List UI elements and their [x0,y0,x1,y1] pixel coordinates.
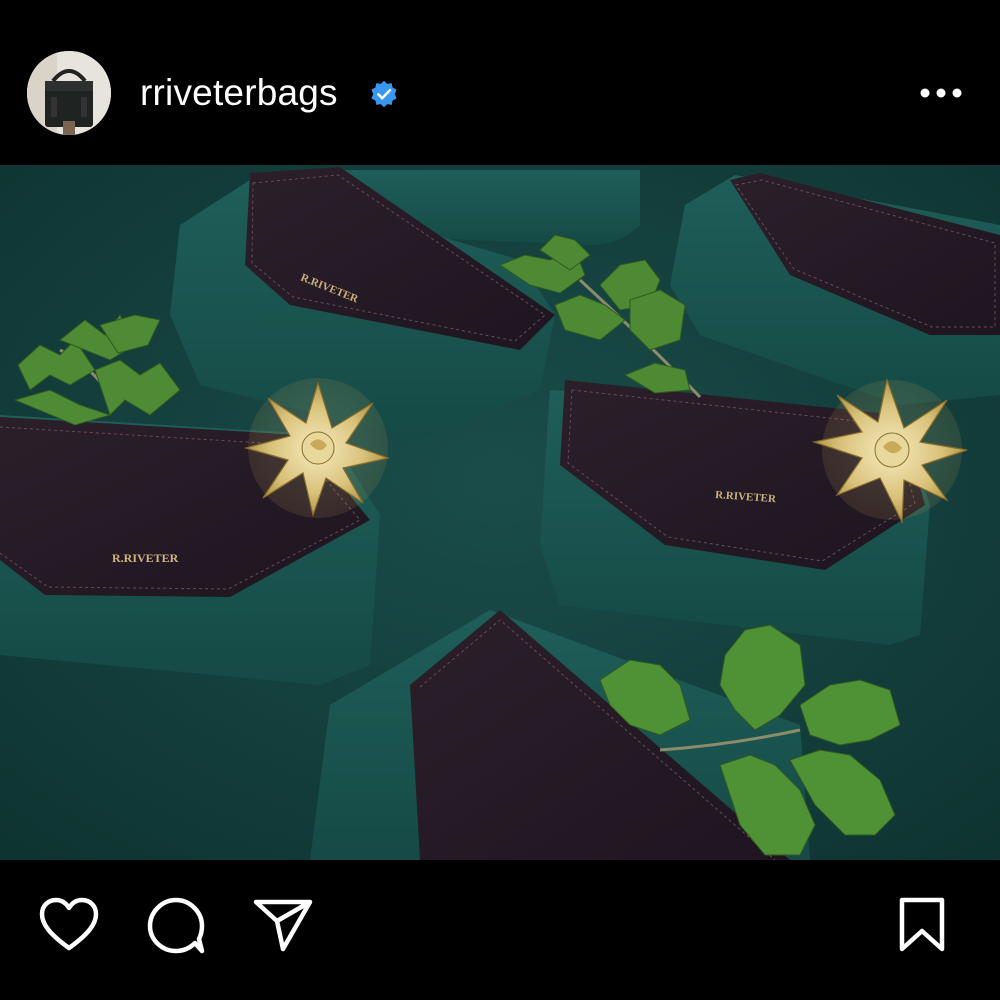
gift-packages-image: R.RIVETER R.RIVETER R.RIVETER [0,165,1000,860]
more-options-icon[interactable] [918,78,964,108]
avatar-bag-image [27,51,111,135]
heart-icon[interactable] [38,897,100,953]
comment-icon[interactable] [145,896,207,956]
verified-badge-icon [371,80,397,108]
profile-avatar[interactable] [27,51,111,135]
post-username[interactable]: rriveterbags [140,71,338,115]
send-icon[interactable] [252,897,314,953]
post-action-bar [0,860,1000,1000]
bookmark-icon[interactable] [896,896,948,954]
brand-mark-2: R.RIVETER [112,551,179,565]
post-photo[interactable]: R.RIVETER R.RIVETER R.RIVETER [0,165,1000,860]
post-header: rriveterbags [0,0,1000,165]
